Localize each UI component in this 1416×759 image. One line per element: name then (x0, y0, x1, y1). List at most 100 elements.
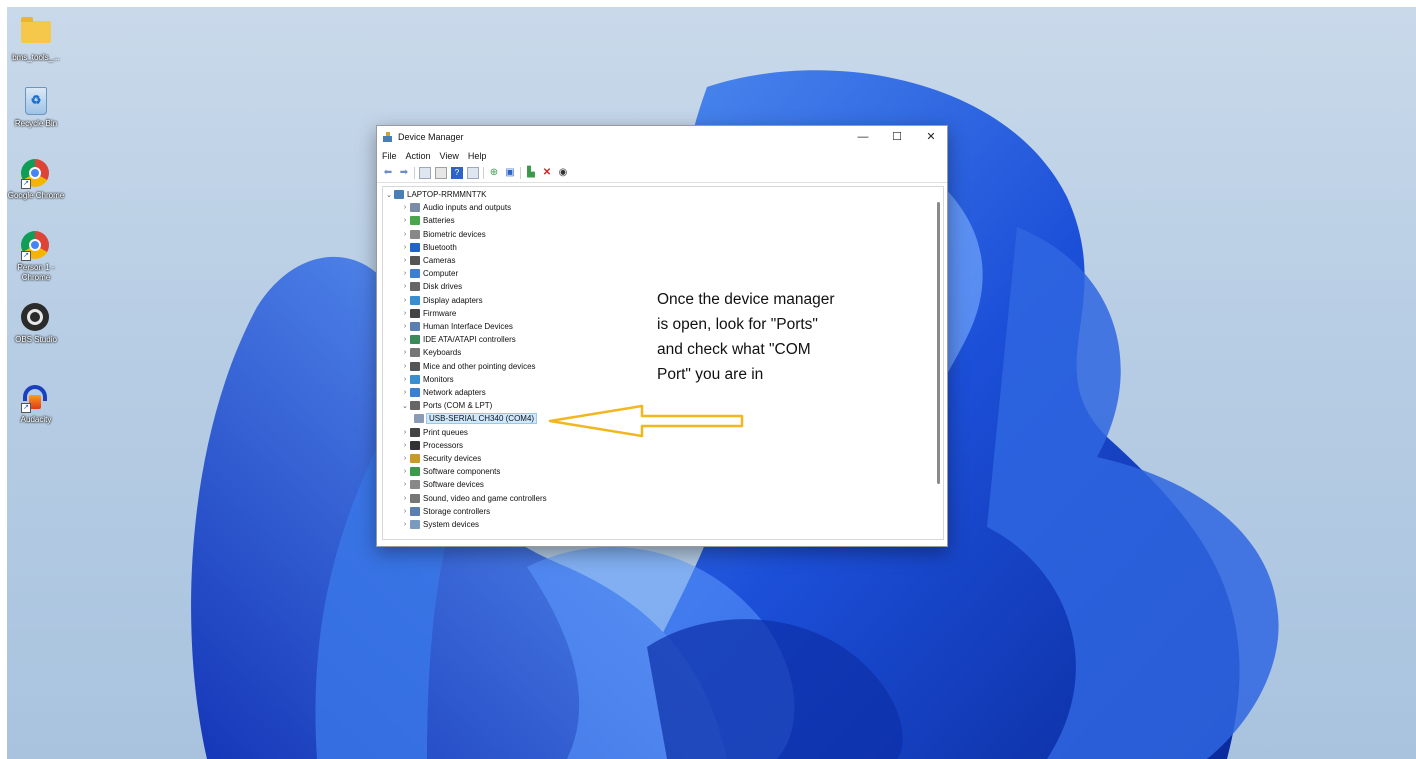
expand-chevron-icon[interactable]: ⌄ (384, 191, 394, 199)
menu-file[interactable]: File (382, 151, 397, 161)
expand-chevron-icon[interactable]: ⌄ (400, 402, 410, 410)
desktop-icon-chrome-profile[interactable]: ↗ Person 1 - Chrome (7, 231, 65, 283)
tree-category-item[interactable]: › IDE ATA/ATAPI controllers (400, 333, 516, 346)
desktop-icon-folder[interactable]: bms_tools_... (7, 15, 65, 63)
tree-category-item[interactable]: › Cameras (400, 254, 455, 267)
help-icon[interactable]: ? (451, 167, 463, 179)
tree-category-item[interactable]: › Monitors (400, 373, 454, 386)
vertical-scrollbar[interactable] (937, 202, 940, 484)
tree-category-item[interactable]: › Security devices (400, 452, 481, 465)
collapse-chevron-icon[interactable]: › (400, 455, 410, 462)
tree-category-item[interactable]: › Software devices (400, 478, 484, 491)
collapse-chevron-icon[interactable]: › (400, 336, 410, 343)
tree-category-item[interactable]: › Storage controllers (400, 505, 490, 518)
enable-device-icon[interactable]: ◉ (557, 167, 569, 179)
scan-hardware-icon[interactable]: ⊕ (488, 167, 500, 179)
device-view-icon[interactable] (467, 167, 479, 179)
desktop-icon-google-chrome[interactable]: ↗ Google Chrome (7, 159, 65, 201)
collapse-chevron-icon[interactable]: › (400, 310, 410, 317)
device-category-icon (410, 348, 420, 358)
desktop-icon-recycle-bin[interactable]: ♻ Recycle Bin (7, 85, 65, 129)
tree-category-item[interactable]: › Disk drives (400, 280, 462, 293)
tree-item-label: Mice and other pointing devices (423, 361, 536, 371)
tree-category-item[interactable]: › Biometric devices (400, 228, 486, 241)
uninstall-icon[interactable]: ✕ (541, 167, 553, 179)
recycle-bin-icon: ♻ (21, 87, 51, 117)
minimize-button[interactable]: — (849, 129, 877, 145)
tree-item-label: USB-SERIAL CH340 (COM4) (425, 413, 538, 425)
tree-category-item[interactable]: ⌄ Ports (COM & LPT) (400, 399, 492, 412)
forward-arrow-icon[interactable]: ➡ (398, 167, 410, 179)
show-hidden-icon[interactable] (435, 167, 447, 179)
close-button[interactable]: ✕ (917, 129, 945, 145)
tree-category-item[interactable]: › Computer (400, 267, 458, 280)
tree-category-item[interactable]: › Processors (400, 439, 463, 452)
device-category-icon (410, 295, 420, 305)
collapse-chevron-icon[interactable]: › (400, 204, 410, 211)
tree-item-label: Human Interface Devices (423, 322, 513, 331)
monitor-icon[interactable]: ▣ (504, 167, 516, 179)
collapse-chevron-icon[interactable]: › (400, 521, 410, 528)
tree-device-item[interactable]: USB-SERIAL CH340 (COM4) (414, 412, 538, 425)
chrome-profile-icon: ↗ (21, 231, 51, 261)
collapse-chevron-icon[interactable]: › (400, 376, 410, 383)
tree-category-item[interactable]: › Mice and other pointing devices (400, 360, 536, 373)
device-category-icon (410, 335, 420, 345)
device-category-icon (410, 388, 420, 397)
tree-category-item[interactable]: › Human Interface Devices (400, 320, 513, 333)
collapse-chevron-icon[interactable]: › (400, 389, 410, 396)
tree-category-item[interactable]: › Audio inputs and outputs (400, 201, 511, 214)
menu-help[interactable]: Help (468, 151, 487, 161)
collapse-chevron-icon[interactable]: › (400, 363, 410, 370)
tree-root[interactable]: ⌄ LAPTOP-RRMMNT7K (384, 188, 486, 201)
properties-icon[interactable] (419, 167, 431, 179)
desktop-icon-obs-studio[interactable]: OBS Studio (7, 303, 65, 345)
tree-item-label: Monitors (423, 374, 454, 384)
desktop-icon-label: OBS Studio (15, 335, 57, 344)
device-category-icon (414, 414, 424, 424)
title-bar[interactable]: Device Manager — ☐ ✕ (377, 126, 947, 148)
tree-category-item[interactable]: › Display adapters (400, 294, 483, 307)
collapse-chevron-icon[interactable]: › (400, 244, 410, 251)
collapse-chevron-icon[interactable]: › (400, 323, 410, 330)
tree-category-item[interactable]: › Sound, video and game controllers (400, 492, 547, 505)
device-manager-icon (382, 131, 393, 143)
tree-category-item[interactable]: › Bluetooth (400, 241, 457, 254)
collapse-chevron-icon[interactable]: › (400, 283, 410, 290)
device-category-icon (410, 467, 420, 477)
collapse-chevron-icon[interactable]: › (400, 270, 410, 277)
maximize-button[interactable]: ☐ (883, 129, 911, 145)
collapse-chevron-icon[interactable]: › (400, 231, 410, 238)
collapse-chevron-icon[interactable]: › (400, 442, 410, 449)
collapse-chevron-icon[interactable]: › (400, 508, 410, 515)
tree-item-label: System devices (423, 520, 480, 529)
update-driver-icon[interactable]: ▙ (525, 167, 537, 179)
tree-category-item[interactable]: › Software components (400, 465, 500, 478)
computer-icon (394, 190, 404, 199)
tree-item-label: Firmware (423, 308, 457, 318)
tree-category-item[interactable]: › System devices (400, 518, 479, 531)
toolbar-separator (520, 167, 521, 179)
collapse-chevron-icon[interactable]: › (400, 349, 410, 356)
tree-item-label: Biometric devices (423, 229, 486, 239)
tree-category-item[interactable]: › Network adapters (400, 386, 486, 399)
collapse-chevron-icon[interactable]: › (400, 495, 410, 502)
collapse-chevron-icon[interactable]: › (400, 297, 410, 304)
collapse-chevron-icon[interactable]: › (400, 429, 410, 436)
tree-category-item[interactable]: › Batteries (400, 214, 455, 227)
menu-action[interactable]: Action (406, 151, 431, 161)
collapse-chevron-icon[interactable]: › (400, 481, 410, 488)
device-category-icon (410, 282, 420, 292)
back-arrow-icon[interactable]: ⬅ (382, 167, 394, 179)
tree-category-item[interactable]: › Firmware (400, 307, 456, 320)
device-category-icon (410, 269, 420, 279)
menu-view[interactable]: View (440, 151, 459, 161)
collapse-chevron-icon[interactable]: › (400, 468, 410, 475)
tree-category-item[interactable]: › Keyboards (400, 346, 461, 359)
toolbar-separator (483, 167, 484, 179)
tree-category-item[interactable]: › Print queues (400, 426, 468, 439)
device-category-icon (410, 480, 420, 490)
collapse-chevron-icon[interactable]: › (400, 257, 410, 264)
desktop-icon-audacity[interactable]: ↗ Audacity (7, 383, 65, 425)
collapse-chevron-icon[interactable]: › (400, 217, 410, 224)
